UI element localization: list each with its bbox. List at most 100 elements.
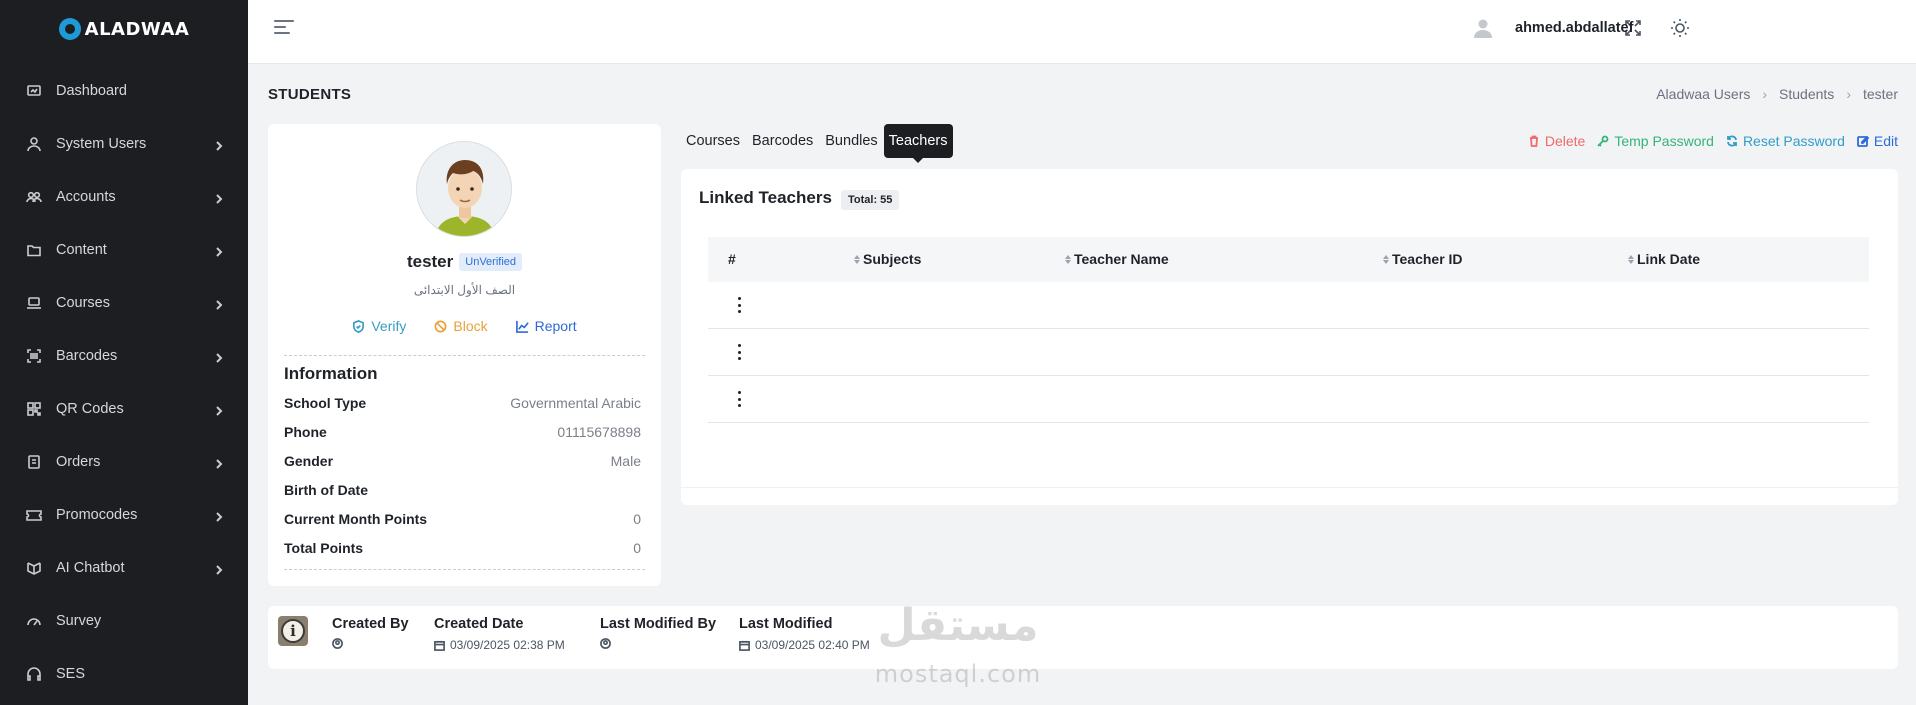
- column-header-teacher-id[interactable]: Teacher ID: [1383, 251, 1463, 267]
- chevron-right-icon: [214, 192, 224, 204]
- reset-password-button[interactable]: Reset Password: [1726, 133, 1845, 149]
- info-label: Total Points: [284, 540, 364, 556]
- tab-teachers[interactable]: Teachers: [883, 124, 953, 163]
- breadcrumb-item[interactable]: Students: [1779, 86, 1834, 102]
- menu-toggle-icon[interactable]: [274, 20, 294, 36]
- breadcrumb: Aladwaa Users › Students › tester: [1656, 86, 1898, 102]
- column-header-teacher-name[interactable]: Teacher Name: [1065, 251, 1169, 267]
- last-modified-by-label: Last Modified By: [600, 616, 717, 632]
- report-button[interactable]: Report: [515, 318, 577, 334]
- sidebar-item-label: AI Chatbot: [56, 559, 125, 576]
- info-label: Birth of Date: [284, 482, 368, 498]
- sidebar-item-dashboard[interactable]: Dashboard: [0, 64, 248, 117]
- row-menu-icon[interactable]: [736, 297, 742, 313]
- sidebar-item-content[interactable]: Content: [0, 223, 248, 276]
- info-label: Gender: [284, 453, 334, 469]
- tab-courses[interactable]: Courses: [680, 124, 746, 158]
- user-avatar-icon[interactable]: [1472, 17, 1494, 39]
- info-value: 01115678898: [557, 424, 641, 440]
- info-label: Phone: [284, 424, 327, 440]
- block-button[interactable]: Block: [434, 318, 488, 334]
- sidebar-item-label: SES: [56, 665, 86, 682]
- column-header-index: #: [728, 251, 736, 267]
- sort-icon: [1065, 254, 1071, 264]
- created-by-label: Created By: [332, 616, 409, 632]
- topbar: [248, 0, 1916, 64]
- tab-bundles[interactable]: Bundles: [819, 124, 883, 158]
- breadcrumb-item[interactable]: Aladwaa Users: [1656, 86, 1750, 102]
- tab-barcodes[interactable]: Barcodes: [746, 124, 819, 158]
- created-by: Created By: [332, 616, 409, 649]
- sidebar-item-survey[interactable]: Survey: [0, 594, 248, 647]
- username[interactable]: ahmed.abdallatef: [1515, 20, 1633, 36]
- temp-password-label: Temp Password: [1614, 133, 1714, 149]
- table-header: # Subjects Teacher Name Teacher ID Link …: [708, 237, 1869, 282]
- breadcrumb-item-current: tester: [1862, 86, 1898, 102]
- sidebar-item-accounts[interactable]: Accounts: [0, 170, 248, 223]
- last-modified: Last Modified 03/09/2025 02:40 PM: [739, 616, 870, 652]
- sidebar-item-orders[interactable]: Orders: [0, 435, 248, 488]
- column-label: Teacher ID: [1392, 251, 1463, 267]
- breadcrumb-separator-icon: ›: [1846, 86, 1851, 102]
- dashboard-icon: [26, 83, 42, 99]
- ticket-icon: [26, 507, 42, 523]
- brand-name: ALADWAA: [84, 18, 190, 40]
- sidebar-item-barcodes[interactable]: Barcodes: [0, 329, 248, 382]
- sidebar-item-label: Content: [56, 241, 107, 258]
- sidebar-item-label: Orders: [56, 453, 101, 470]
- sidebar-item-label: QR Codes: [56, 400, 124, 417]
- robot-icon: [26, 560, 42, 576]
- brand-logo[interactable]: ALADWAA: [0, 0, 248, 58]
- info-value: Male: [610, 453, 641, 469]
- qrcode-icon: [26, 401, 42, 417]
- sidebar-item-label: System Users: [56, 135, 147, 152]
- chart-icon: [515, 320, 529, 333]
- user-icon: [26, 136, 42, 152]
- chevron-right-icon: [214, 404, 224, 416]
- headset-icon: [26, 666, 42, 682]
- sidebar-item-ai-chatbot[interactable]: AI Chatbot: [0, 541, 248, 594]
- table-row: [708, 376, 1869, 423]
- last-modified-value: 03/09/2025 02:40 PM: [755, 638, 870, 652]
- sidebar-item-ses[interactable]: SES: [0, 647, 248, 700]
- info-row-birth-date: Birth of Date: [284, 482, 641, 498]
- row-menu-icon[interactable]: [736, 391, 742, 407]
- chevron-right-icon: [214, 563, 224, 575]
- table-row: [708, 329, 1869, 376]
- temp-password-button[interactable]: Temp Password: [1597, 133, 1714, 149]
- report-label: Report: [534, 318, 577, 334]
- column-label: Link Date: [1637, 251, 1701, 267]
- record-actions: Delete Temp Password Reset Password Edit: [1528, 133, 1898, 149]
- name-row: tester UnVerified: [268, 252, 661, 272]
- sidebar-item-system-users[interactable]: System Users: [0, 117, 248, 170]
- column-header-subjects[interactable]: Subjects: [854, 251, 921, 267]
- column-label: Subjects: [863, 251, 922, 267]
- profile-actions: Verify Block Report: [268, 318, 661, 334]
- theme-toggle-icon[interactable]: [1670, 18, 1690, 38]
- created-date-label: Created Date: [434, 616, 524, 632]
- info-title: Information: [284, 364, 378, 383]
- info-value: Governmental Arabic: [510, 395, 641, 411]
- folder-icon: [26, 242, 42, 258]
- block-icon: [434, 320, 447, 332]
- sidebar-item-promocodes[interactable]: Promocodes: [0, 488, 248, 541]
- verify-button[interactable]: Verify: [352, 318, 406, 334]
- sidebar: ALADWAA Dashboard System Users Accounts …: [0, 0, 248, 705]
- edit-button[interactable]: Edit: [1856, 133, 1898, 149]
- info-value: 0: [633, 540, 641, 556]
- sidebar-item-courses[interactable]: Courses: [0, 276, 248, 329]
- sidebar-item-label: Courses: [56, 294, 110, 311]
- chevron-right-icon: [214, 139, 224, 151]
- column-label: #: [728, 251, 736, 267]
- divider: [284, 355, 645, 356]
- student-grade: الصف الأول الابتدائى: [413, 283, 516, 297]
- row-menu-icon[interactable]: [736, 344, 742, 360]
- student-name: tester: [406, 252, 454, 271]
- column-label: Teacher Name: [1074, 251, 1169, 267]
- sidebar-item-qr-codes[interactable]: QR Codes: [0, 382, 248, 435]
- info-label: Current Month Points: [284, 511, 428, 527]
- column-header-link-date[interactable]: Link Date: [1628, 251, 1700, 267]
- sidebar-nav: Dashboard System Users Accounts Content …: [0, 64, 248, 700]
- orders-icon: [26, 454, 42, 470]
- delete-button[interactable]: Delete: [1528, 133, 1585, 149]
